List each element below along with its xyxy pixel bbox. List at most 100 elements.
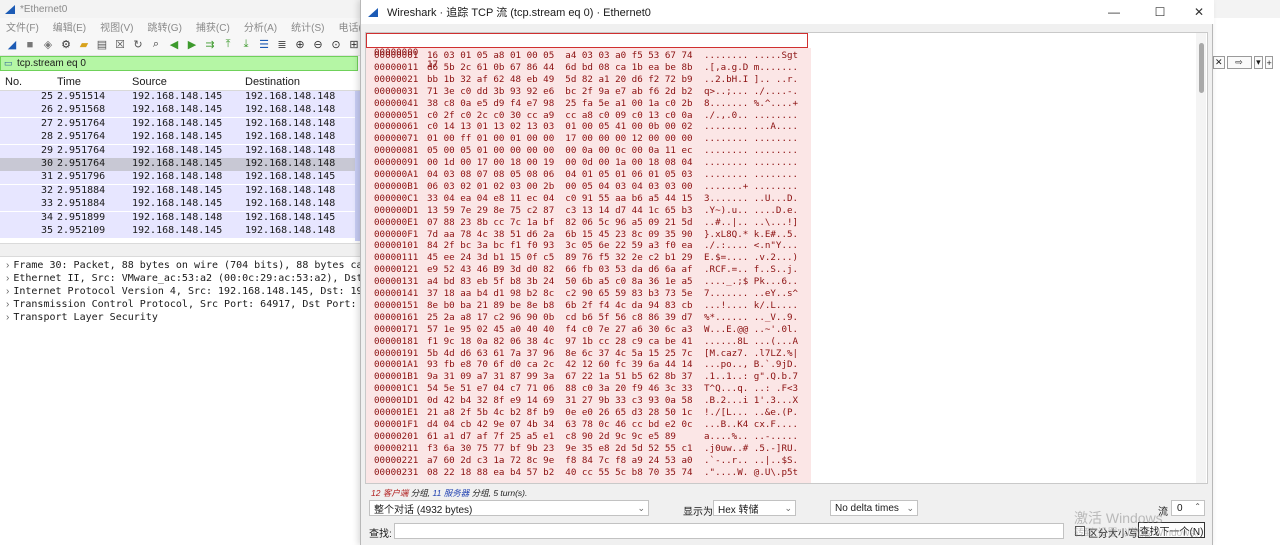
save-file-icon[interactable]: ▤ <box>95 38 109 52</box>
autoscroll-icon[interactable]: ☰ <box>257 38 271 52</box>
packet-cell-time: 2.951514 <box>57 91 106 102</box>
go-to-packet-icon[interactable]: ⇉ <box>203 38 217 52</box>
packet-row[interactable]: 26 2.951568 192.168.148.145 192.168.148.148 <box>0 104 360 118</box>
hex-row-hex: 9a 31 09 a7 31 87 99 3a 67 22 1a 51 b5 6… <box>427 371 693 383</box>
menu-go[interactable]: 跳转(G) <box>147 19 181 34</box>
detail-ethernet[interactable]: › Ethernet II, Src: VMware_ac:53:a2 (00:0… <box>6 273 399 284</box>
column-time[interactable]: Time <box>57 76 81 88</box>
packet-row[interactable]: 33 2.951884 192.168.148.145 192.168.148.148 <box>0 198 360 212</box>
packet-cell-dst: 192.168.148.145 <box>245 171 336 183</box>
resize-columns-icon[interactable]: ⊞ <box>347 38 361 52</box>
hex-row-hex: 84 2f bc 3a bc f1 f0 93 3c 05 6e 22 59 a… <box>427 240 693 252</box>
hex-row-ascii: .RCF.=.. f..S..j. <box>704 264 799 276</box>
stream-content-hexdump[interactable]: 00000000 17 00000001 16 03 01 05 a8 01 00… <box>365 32 1208 484</box>
hex-row-offset: 00000031 <box>374 85 419 97</box>
packet-row[interactable]: 34 2.951899 192.168.148.148 192.168.148.145 <box>0 211 360 225</box>
close-file-icon[interactable]: ☒ <box>113 38 127 52</box>
packet-cell-time: 2.951884 <box>57 184 106 196</box>
column-source[interactable]: Source <box>132 76 167 88</box>
wireshark-fin-icon <box>368 7 378 17</box>
detail-tcp[interactable]: › Transmission Control Protocol, Src Port… <box>6 299 393 310</box>
menu-view[interactable]: 视图(V) <box>100 19 133 34</box>
zoom-out-icon[interactable]: ⊖ <box>311 38 325 52</box>
packet-cell-dst: 192.168.148.148 <box>245 158 336 169</box>
pane-splitter[interactable] <box>0 243 360 257</box>
reload-icon[interactable]: ↻ <box>131 38 145 52</box>
packet-cell-time: 2.951764 <box>57 131 106 143</box>
hex-row-hex: 7d aa 78 4c 38 51 d6 2a 6b 15 45 23 8c 0… <box>427 228 693 240</box>
packet-cell-src: 192.168.148.145 <box>132 225 223 236</box>
hex-row-offset: 00000221 <box>374 454 419 466</box>
column-destination[interactable]: Destination <box>245 76 300 88</box>
hex-row-offset: 00000091 <box>374 157 419 169</box>
menu-file[interactable]: 文件(F) <box>6 19 39 34</box>
hex-row-hex: f1 9c 18 0a 82 06 38 4c 97 1b cc 28 c9 c… <box>427 335 693 347</box>
stop-capture-icon[interactable]: ■ <box>23 38 37 52</box>
open-folder-icon[interactable]: ▰ <box>77 38 91 52</box>
first-packet-icon[interactable]: ⤒ <box>221 38 235 52</box>
colorize-icon[interactable]: ≣ <box>275 38 289 52</box>
close-icon[interactable]: ✕ <box>1191 4 1207 20</box>
minimize-icon[interactable]: — <box>1106 4 1122 20</box>
menu-edit[interactable]: 编辑(E) <box>53 19 86 34</box>
chevron-right-icon: › <box>6 273 10 284</box>
detail-frame[interactable]: › Frame 30: Packet, 88 bytes on wire (704… <box>6 260 399 271</box>
hex-row-hex: 93 fb e8 70 6f d0 ca 2c 42 12 60 fc 39 6… <box>427 359 693 371</box>
last-packet-icon[interactable]: ⤓ <box>239 38 253 52</box>
hex-row-ascii: ...._.;$ Pk...6.. <box>704 276 799 288</box>
dialog-title: Wireshark · 追踪 TCP 流 (tcp.stream eq 0) ·… <box>387 7 651 19</box>
packet-cell-src: 192.168.148.145 <box>132 184 223 196</box>
hex-row-hex: 05 00 05 01 00 00 00 00 00 0a 00 0c 00 0… <box>427 145 693 157</box>
main-window-right-edge <box>1213 18 1280 545</box>
hex-row-hex: 13 59 7e 29 8e 75 c2 87 c3 13 14 d7 44 1… <box>427 204 693 216</box>
delta-times-select[interactable]: No delta times ⌄ <box>830 500 918 516</box>
filter-buttons: ✕ ⇨ ▾ + <box>1213 56 1273 70</box>
hex-row-ascii: ........ ........ <box>704 169 799 180</box>
packet-row[interactable]: 28 2.951764 192.168.148.145 192.168.148.148 <box>0 131 360 145</box>
hex-row-offset: 000000C1 <box>374 192 419 204</box>
apply-filter-icon[interactable]: ⇨ <box>1226 56 1252 69</box>
packet-row[interactable]: 32 2.951884 192.168.148.145 192.168.148.148 <box>0 184 360 198</box>
hexdump-scrollbar[interactable] <box>1196 33 1206 483</box>
conversation-select[interactable]: 整个对话 (4932 bytes) ⌄ <box>369 500 649 516</box>
restart-capture-icon[interactable]: ◈ <box>41 38 55 52</box>
hex-row-ascii: .......+ ........ <box>704 180 799 192</box>
packet-row[interactable]: 31 2.951796 192.168.148.148 192.168.148.145 <box>0 171 360 185</box>
display-filter-bar[interactable]: ▭ tcp.stream eq 0 <box>0 56 358 71</box>
packet-cell-src: 192.168.148.145 <box>132 198 223 210</box>
filter-dropdown-icon[interactable]: ▾ <box>1253 56 1264 69</box>
add-filter-icon[interactable]: + <box>1265 56 1273 69</box>
packet-cell-no: 26 <box>40 104 53 116</box>
hex-row-hex: 04 03 08 07 08 05 08 06 04 01 05 01 06 0… <box>427 169 693 180</box>
start-capture-icon[interactable]: ◢ <box>5 38 19 52</box>
packet-cell-src: 192.168.148.145 <box>132 91 223 102</box>
column-no[interactable]: No. <box>5 76 22 88</box>
filter-bookmark-icon[interactable]: ▭ <box>4 58 14 69</box>
packet-row[interactable]: 29 2.951764 192.168.148.145 192.168.148.148 <box>0 144 360 158</box>
find-input[interactable] <box>394 523 1064 539</box>
packet-cell-src: 192.168.148.148 <box>132 171 223 183</box>
packet-row[interactable]: 35 2.952109 192.168.148.145 192.168.148.148 <box>0 225 360 238</box>
menu-capture[interactable]: 捕获(C) <box>196 19 230 34</box>
detail-tls[interactable]: › Transport Layer Security <box>6 312 158 323</box>
packet-row[interactable]: 27 2.951764 192.168.148.145 192.168.148.148 <box>0 117 360 131</box>
packet-row[interactable]: 25 2.951514 192.168.148.145 192.168.148.148 <box>0 91 360 104</box>
scrollbar-thumb[interactable] <box>1199 43 1204 93</box>
hex-row-ascii: ...po.., B.`.9jD. <box>704 359 799 371</box>
go-forward-icon[interactable]: ▶ <box>185 38 199 52</box>
packet-row[interactable]: 30 2.951764 192.168.148.145 192.168.148.148 <box>0 158 360 171</box>
packet-cell-no: 29 <box>40 144 53 156</box>
menu-analyze[interactable]: 分析(A) <box>244 19 277 34</box>
show-as-select[interactable]: Hex 转储 ⌄ <box>713 500 796 516</box>
zoom-reset-icon[interactable]: ⊙ <box>329 38 343 52</box>
menu-statistics[interactable]: 统计(S) <box>291 19 324 34</box>
detail-ipv4[interactable]: › Internet Protocol Version 4, Src: 192.1… <box>6 286 399 297</box>
clear-filter-icon[interactable]: ✕ <box>1213 56 1225 69</box>
find-packet-icon[interactable]: ⌕ <box>149 38 163 52</box>
maximize-icon[interactable]: ☐ <box>1152 4 1168 20</box>
hex-row-hex: 0d 42 b4 32 8f e9 14 69 31 27 9b 33 c3 9… <box>427 395 693 407</box>
go-back-icon[interactable]: ◀ <box>167 38 181 52</box>
zoom-in-icon[interactable]: ⊕ <box>293 38 307 52</box>
stream-summary: 12 客户端 分组, 11 服务器 分组, 5 turn(s). <box>371 488 528 498</box>
options-gear-icon[interactable]: ⚙ <box>59 38 73 52</box>
